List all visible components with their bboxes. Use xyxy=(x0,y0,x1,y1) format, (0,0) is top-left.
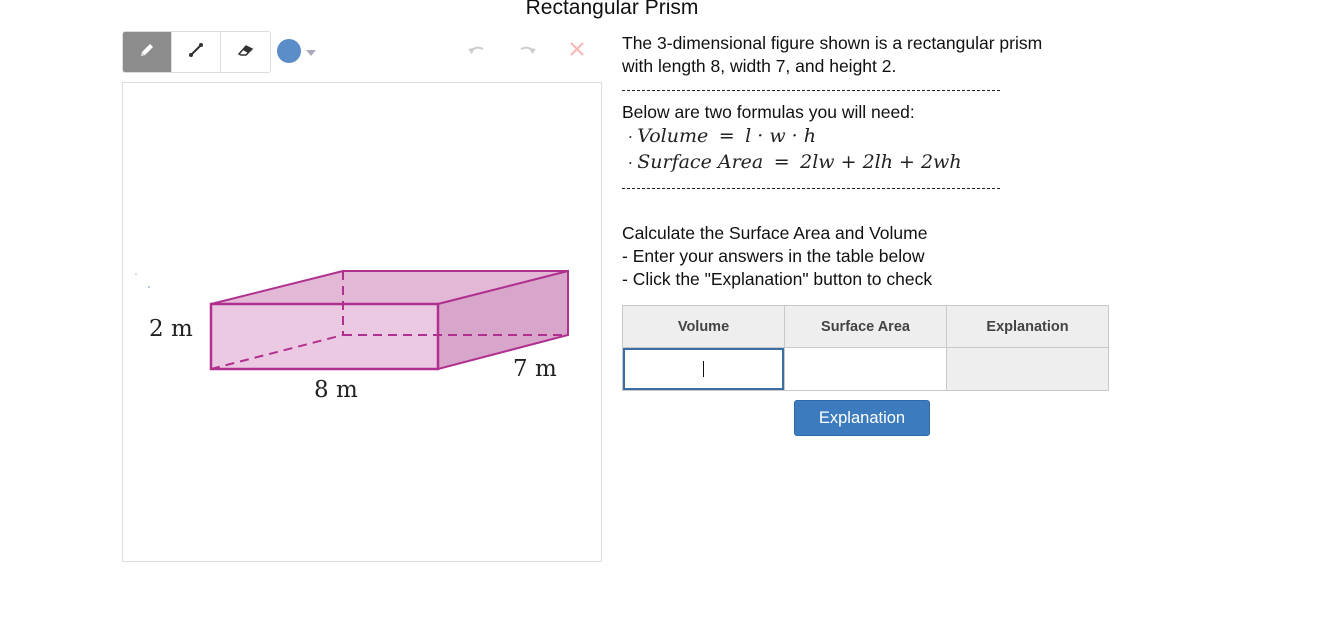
tool-group xyxy=(122,31,271,73)
eraser-icon xyxy=(237,41,255,64)
undo-icon xyxy=(466,41,488,62)
table-row xyxy=(622,347,1109,391)
volume-input[interactable] xyxy=(623,348,784,390)
drawing-toolbar xyxy=(122,31,602,73)
surface-area-formula-expr: 2lw + 2lh + 2wh xyxy=(800,151,962,173)
surface-area-formula: · Surface Area = 2lw + 2lh + 2wh xyxy=(628,151,962,173)
height-label: 2 m xyxy=(149,316,193,342)
stray-mark xyxy=(135,273,137,275)
intro-line-1: The 3-dimensional figure shown is a rect… xyxy=(622,33,1043,53)
explanation-header: Explanation xyxy=(946,305,1109,348)
instructions-panel: The 3-dimensional figure shown is a rect… xyxy=(622,32,1182,78)
redo-button[interactable] xyxy=(515,40,539,62)
volume-formula-expr: l · w · h xyxy=(745,125,816,147)
divider xyxy=(622,90,1000,91)
prism-figure xyxy=(135,269,569,371)
volume-header: Volume xyxy=(622,305,785,348)
intro-line-2: with length 8, width 7, and height 2. xyxy=(622,56,897,76)
volume-formula-name: Volume xyxy=(637,125,709,147)
pencil-tool-button[interactable] xyxy=(123,32,172,72)
redo-icon xyxy=(516,41,538,62)
eraser-tool-button[interactable] xyxy=(221,32,270,72)
instruction-line-3: - Click the "Explanation" button to chec… xyxy=(622,269,933,289)
answer-table: Volume Surface Area Explanation xyxy=(622,305,1109,391)
length-label: 8 m xyxy=(314,377,358,403)
volume-formula: · Volume = l · w · h xyxy=(628,125,816,147)
stray-mark xyxy=(148,286,150,288)
close-icon xyxy=(568,40,586,63)
undo-button[interactable] xyxy=(465,40,489,62)
instruction-line-2: - Enter your answers in the table below xyxy=(622,246,925,266)
drawing-canvas[interactable]: 2 m 8 m 7 m xyxy=(122,82,602,562)
clear-button[interactable] xyxy=(565,40,589,62)
page-title: Rectangular Prism xyxy=(525,0,699,19)
text-cursor xyxy=(703,361,704,377)
explanation-button[interactable]: Explanation xyxy=(794,400,930,436)
table-header-row: Volume Surface Area Explanation xyxy=(622,305,1109,348)
chevron-down-icon xyxy=(306,49,316,56)
line-icon xyxy=(187,41,205,64)
pencil-icon xyxy=(138,41,156,64)
volume-cell[interactable] xyxy=(622,347,785,391)
instructions: Calculate the Surface Area and Volume - … xyxy=(622,222,932,291)
explanation-cell xyxy=(946,347,1109,391)
formulas-header: Below are two formulas you will need: xyxy=(622,102,915,122)
color-swatch xyxy=(277,39,301,63)
divider xyxy=(622,188,1000,189)
surface-area-input[interactable] xyxy=(784,347,947,391)
instruction-line-1: Calculate the Surface Area and Volume xyxy=(622,223,928,243)
surface-area-header: Surface Area xyxy=(784,305,947,348)
surface-area-formula-name: Surface Area xyxy=(637,151,764,173)
color-picker[interactable] xyxy=(277,38,323,64)
width-label: 7 m xyxy=(513,356,557,382)
line-tool-button[interactable] xyxy=(172,32,221,72)
